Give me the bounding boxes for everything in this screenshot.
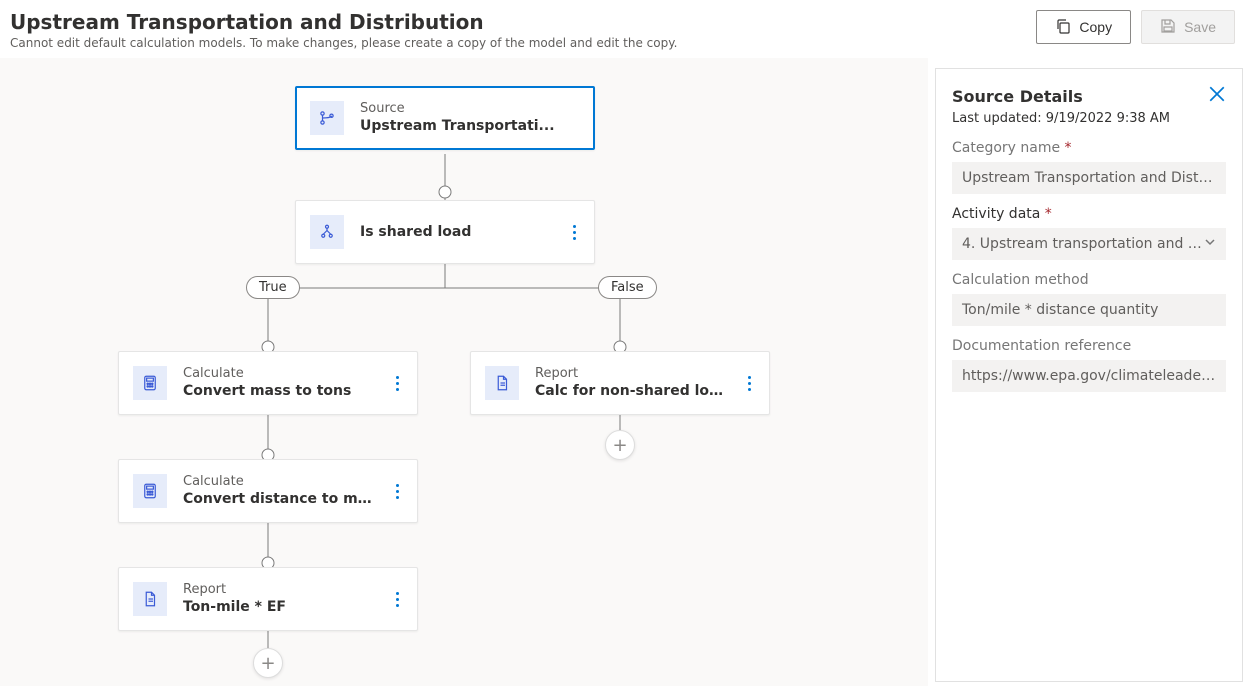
- copy-button-label: Copy: [1079, 19, 1112, 35]
- node-title: Convert distance to mi...: [183, 490, 376, 508]
- field-label-category: Category name: [952, 140, 1226, 156]
- decision-icon: [310, 215, 344, 249]
- page-title: Upstream Transportation and Distribution: [10, 10, 677, 34]
- node-title: Is shared load: [360, 223, 553, 241]
- node-more-button[interactable]: [744, 376, 755, 391]
- field-label-activity: Activity data: [952, 206, 1226, 222]
- field-category: Upstream Transportation and Distribution: [952, 162, 1226, 194]
- field-value: Upstream Transportation and Distribution: [962, 170, 1216, 186]
- node-labels: Calculate Convert mass to tons: [183, 366, 376, 400]
- flow-canvas[interactable]: Source Upstream Transportati... Is share…: [0, 58, 928, 686]
- node-report-nonshared[interactable]: Report Calc for non-shared load: [470, 351, 770, 415]
- node-kicker: Calculate: [183, 474, 376, 490]
- field-value: https://www.epa.gov/climateleadership/sc…: [962, 368, 1216, 384]
- save-icon: [1160, 18, 1176, 37]
- header-text: Upstream Transportation and Distribution…: [10, 10, 677, 50]
- node-kicker: Report: [183, 582, 376, 598]
- node-source[interactable]: Source Upstream Transportati...: [295, 86, 595, 150]
- field-doc: https://www.epa.gov/climateleadership/sc…: [952, 360, 1226, 392]
- node-more-button[interactable]: [392, 592, 403, 607]
- field-value: 4. Upstream transportation and distribut…: [962, 236, 1204, 252]
- page-subtitle: Cannot edit default calculation models. …: [10, 36, 677, 50]
- document-icon: [133, 582, 167, 616]
- node-title: Ton-mile * EF: [183, 598, 376, 616]
- node-labels: Is shared load: [360, 223, 553, 241]
- field-value: Ton/mile * distance quantity: [962, 302, 1158, 318]
- add-node-button[interactable]: +: [253, 648, 283, 678]
- git-branch-icon: [310, 101, 344, 135]
- save-button: Save: [1141, 10, 1235, 44]
- node-more-button[interactable]: [392, 376, 403, 391]
- node-title: Upstream Transportati...: [360, 117, 580, 135]
- node-more-button[interactable]: [392, 484, 403, 499]
- copy-button[interactable]: Copy: [1036, 10, 1131, 44]
- node-kicker: Calculate: [183, 366, 376, 382]
- field-label-doc: Documentation reference: [952, 338, 1226, 354]
- node-labels: Report Ton-mile * EF: [183, 582, 376, 616]
- chevron-down-icon: [1204, 236, 1216, 252]
- updated-value: 9/19/2022 9:38 AM: [1046, 111, 1170, 126]
- panel-close-button[interactable]: [1208, 85, 1226, 107]
- node-kicker: Report: [535, 366, 728, 382]
- node-more-button[interactable]: [569, 225, 580, 240]
- node-labels: Source Upstream Transportati...: [360, 101, 580, 135]
- calculator-icon: [133, 366, 167, 400]
- close-icon: [1208, 91, 1226, 107]
- panel-updated: Last updated: 9/19/2022 9:38 AM: [952, 111, 1226, 126]
- save-button-label: Save: [1184, 19, 1216, 35]
- add-node-button[interactable]: +: [605, 430, 635, 460]
- document-icon: [485, 366, 519, 400]
- panel-title: Source Details: [952, 87, 1083, 106]
- field-activity[interactable]: 4. Upstream transportation and distribut…: [952, 228, 1226, 260]
- node-calc-distance[interactable]: Calculate Convert distance to mi...: [118, 459, 418, 523]
- node-report-tonmile[interactable]: Report Ton-mile * EF: [118, 567, 418, 631]
- details-panel: Source Details Last updated: 9/19/2022 9…: [935, 68, 1243, 682]
- header-actions: Copy Save: [1036, 10, 1235, 44]
- copy-icon: [1055, 18, 1071, 37]
- calculator-icon: [133, 474, 167, 508]
- node-labels: Report Calc for non-shared load: [535, 366, 728, 400]
- page-header: Upstream Transportation and Distribution…: [0, 0, 1253, 50]
- node-calc-mass[interactable]: Calculate Convert mass to tons: [118, 351, 418, 415]
- branch-label-true: True: [246, 276, 300, 299]
- field-label-method: Calculation method: [952, 272, 1226, 288]
- branch-label-false: False: [598, 276, 657, 299]
- node-condition[interactable]: Is shared load: [295, 200, 595, 264]
- node-kicker: Source: [360, 101, 580, 117]
- updated-label: Last updated:: [952, 111, 1046, 126]
- node-title: Calc for non-shared load: [535, 382, 728, 400]
- field-method: Ton/mile * distance quantity: [952, 294, 1226, 326]
- node-labels: Calculate Convert distance to mi...: [183, 474, 376, 508]
- node-title: Convert mass to tons: [183, 382, 376, 400]
